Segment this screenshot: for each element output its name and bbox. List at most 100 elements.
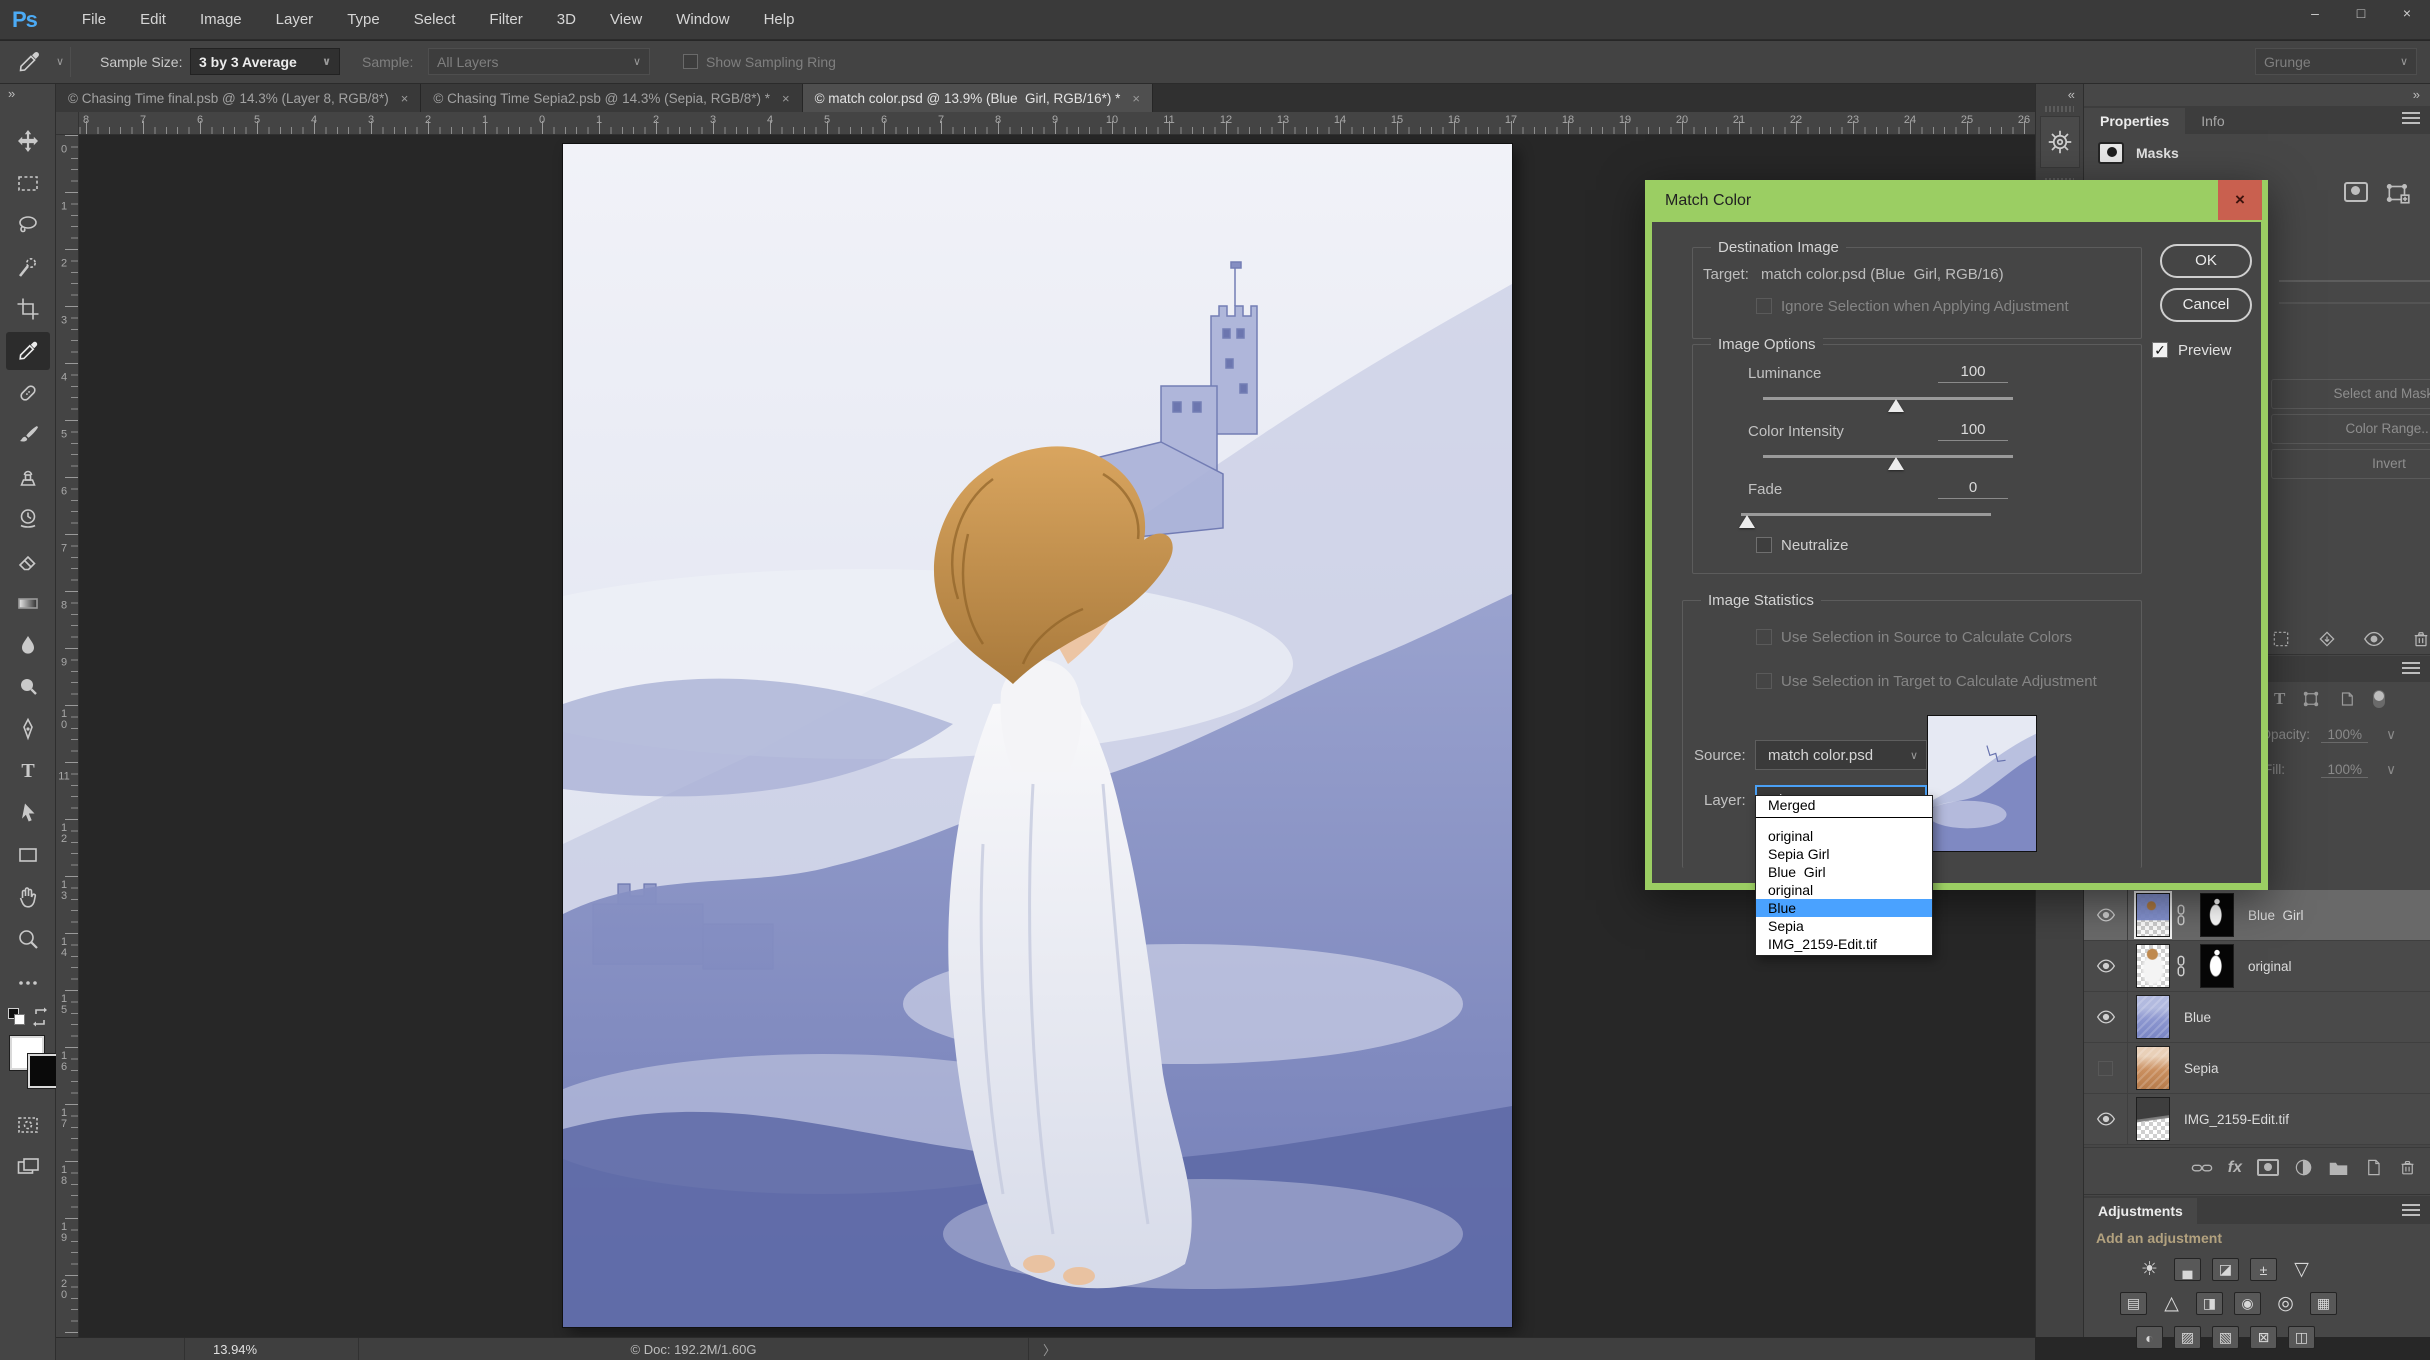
menu-layer[interactable]: Layer	[259, 0, 331, 40]
channel-mixer-icon[interactable]: ◎	[2272, 1292, 2299, 1315]
document-info[interactable]: © Doc: 192.2M/1.60G	[359, 1338, 1029, 1360]
menu-window[interactable]: Window	[659, 0, 746, 40]
brush-tool[interactable]	[6, 416, 50, 454]
dropdown-item[interactable]: IMG_2159-Edit.tif	[1756, 935, 1932, 953]
clone-stamp-tool[interactable]	[6, 458, 50, 496]
luminance-value[interactable]: 100	[1938, 363, 2008, 383]
dropdown-item[interactable]: Merged	[1756, 796, 1932, 814]
levels-icon[interactable]: ▄	[2174, 1258, 2201, 1281]
layer-row[interactable]: original	[2084, 941, 2430, 992]
feather-slider-track[interactable]	[2279, 302, 2430, 304]
layer-visibility-toggle[interactable]	[2084, 1043, 2128, 1094]
tab-properties[interactable]: Properties	[2084, 108, 2185, 134]
select-and-mask-button[interactable]: Select and Mask...	[2271, 379, 2430, 409]
adjustments-menu-icon[interactable]	[2402, 1204, 2420, 1217]
screen-mode-icon[interactable]	[6, 1148, 50, 1186]
type-tool[interactable]: T	[6, 752, 50, 790]
fade-slider-thumb[interactable]	[1739, 515, 1755, 528]
quick-mask-mode-icon[interactable]	[6, 1106, 50, 1144]
luminance-slider[interactable]	[1763, 397, 2013, 400]
layer-visibility-toggle[interactable]	[2084, 1094, 2128, 1145]
sample-size-select[interactable]: 3 by 3 Average∨	[190, 48, 340, 75]
cancel-button[interactable]: Cancel	[2160, 288, 2252, 322]
curves-icon[interactable]: ◪	[2212, 1258, 2239, 1281]
threshold-icon[interactable]: ▧	[2212, 1326, 2239, 1349]
close-icon[interactable]: ×	[2384, 0, 2430, 28]
link-layers-icon[interactable]	[2191, 1160, 2213, 1176]
new-adjustment-layer-icon[interactable]	[2294, 1158, 2313, 1177]
toggle-mask-eye-icon[interactable]	[2363, 631, 2385, 647]
dropdown-item-selected[interactable]: Blue	[1756, 899, 1932, 917]
quick-selection-tool[interactable]	[6, 248, 50, 286]
tab-adjustments[interactable]: Adjustments	[2084, 1198, 2197, 1224]
expand-panels-icon[interactable]: »	[2084, 84, 2430, 102]
eraser-tool[interactable]	[6, 542, 50, 580]
layer-row[interactable]: Blue	[2084, 992, 2430, 1043]
crop-tool[interactable]	[6, 290, 50, 328]
color-range-button[interactable]: Color Range...	[2271, 414, 2430, 444]
default-and-swap-colors-icons[interactable]	[8, 1006, 48, 1032]
add-pixel-mask-icon[interactable]	[2344, 182, 2368, 202]
color-intensity-slider[interactable]	[1763, 455, 2013, 458]
menu-3d[interactable]: 3D	[540, 0, 593, 40]
apply-mask-icon[interactable]	[2317, 629, 2337, 649]
color-lookup-icon[interactable]: ▦	[2310, 1292, 2337, 1315]
layer-name[interactable]: Sepia	[2184, 1061, 2219, 1076]
pen-tool[interactable]	[6, 710, 50, 748]
zoom-tool[interactable]	[6, 920, 50, 958]
layer-hidden-icon[interactable]	[2098, 1061, 2113, 1076]
dialog-close-icon[interactable]: ×	[2218, 180, 2262, 220]
layer-style-fx-icon[interactable]: fx	[2228, 1159, 2242, 1177]
ruler-corner[interactable]	[56, 112, 79, 135]
history-brush-tool[interactable]	[6, 500, 50, 538]
document-canvas[interactable]	[563, 144, 1512, 1327]
neutralize-checkbox[interactable]	[1756, 537, 1772, 553]
add-layer-mask-icon[interactable]	[2257, 1159, 2279, 1176]
path-selection-tool[interactable]	[6, 794, 50, 832]
spot-healing-brush-tool[interactable]	[6, 374, 50, 412]
zoom-level-field[interactable]: 13.94%	[184, 1338, 359, 1360]
gradient-map-icon[interactable]: ◫	[2288, 1326, 2315, 1349]
panel-menu-icon[interactable]	[2402, 112, 2420, 125]
source-select[interactable]: match color.psd∨	[1755, 740, 1927, 770]
edit-toolbar-ellipsis-icon[interactable]	[6, 964, 50, 1002]
menu-edit[interactable]: Edit	[123, 0, 183, 40]
new-group-folder-icon[interactable]	[2328, 1159, 2349, 1177]
lasso-tool[interactable]	[6, 206, 50, 244]
layer-name[interactable]: original	[2248, 959, 2292, 974]
filter-type-icon[interactable]: T	[2274, 689, 2285, 709]
eyedropper-tool-preset-icon[interactable]	[16, 49, 42, 80]
fade-slider[interactable]	[1741, 513, 1991, 516]
layer-visibility-toggle[interactable]	[2084, 941, 2128, 992]
delete-layer-trash-icon[interactable]	[2398, 1158, 2417, 1177]
tab-close-icon[interactable]: ×	[782, 91, 790, 106]
layer-name[interactable]: Blue Girl	[2248, 908, 2304, 923]
invert-icon[interactable]: ◐	[2136, 1326, 2163, 1349]
eyedropper-tool[interactable]	[6, 332, 50, 370]
filter-toggle-icon[interactable]	[2373, 690, 2385, 708]
filter-shape-icon[interactable]	[2301, 690, 2321, 708]
new-layer-icon[interactable]	[2364, 1158, 2383, 1177]
color-intensity-value[interactable]: 100	[1938, 421, 2008, 441]
layer-name[interactable]: IMG_2159-Edit.tif	[2184, 1112, 2289, 1127]
vibrance-icon[interactable]: ▽	[2288, 1258, 2315, 1281]
brightness-contrast-icon[interactable]: ☀	[2136, 1258, 2163, 1281]
tab-close-icon[interactable]: ×	[401, 91, 409, 106]
layer-thumbnail[interactable]	[2136, 893, 2170, 937]
add-vector-mask-icon[interactable]	[2384, 180, 2412, 206]
maximize-icon[interactable]: □	[2338, 0, 2384, 28]
tab-info[interactable]: Info	[2185, 108, 2240, 134]
menu-select[interactable]: Select	[397, 0, 473, 40]
color-balance-icon[interactable]: △	[2158, 1292, 2185, 1315]
layer-mask-thumbnail[interactable]	[2200, 944, 2234, 988]
layer-name[interactable]: Blue	[2184, 1010, 2211, 1025]
menu-image[interactable]: Image	[183, 0, 259, 40]
layer-mask-thumbnail[interactable]	[2200, 893, 2234, 937]
preview-checkbox[interactable]: ✓	[2152, 342, 2168, 358]
dodge-tool[interactable]	[6, 668, 50, 706]
dropdown-item[interactable]: Sepia Girl	[1756, 845, 1932, 863]
move-tool[interactable]	[6, 122, 50, 160]
document-tab[interactable]: © Chasing Time final.psb @ 14.3% (Layer …	[56, 84, 421, 112]
layer-thumbnail[interactable]	[2136, 995, 2170, 1039]
exposure-icon[interactable]: ±	[2250, 1258, 2277, 1281]
